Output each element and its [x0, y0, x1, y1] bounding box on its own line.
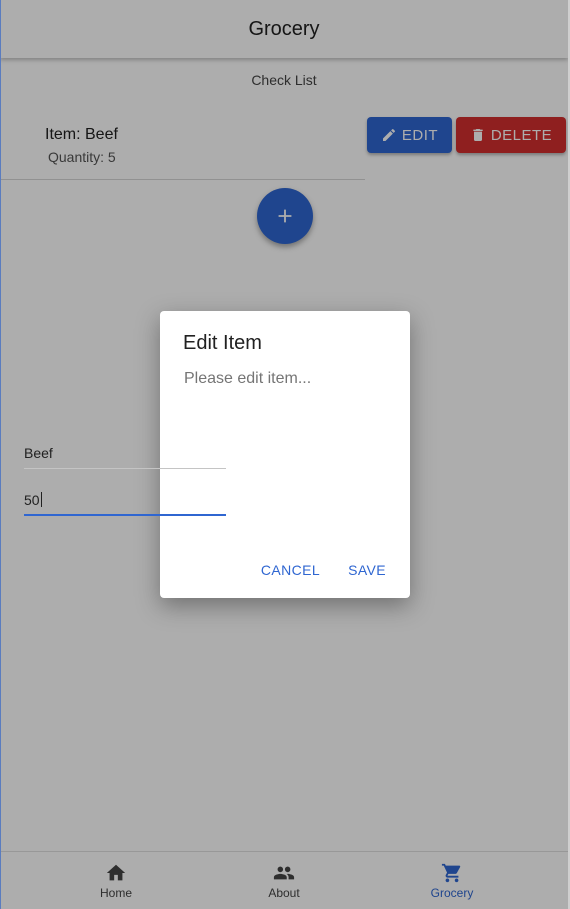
- quantity-field[interactable]: 50: [24, 484, 226, 516]
- save-button[interactable]: SAVE: [348, 562, 386, 578]
- quantity-value: 50: [24, 492, 40, 508]
- text-caret: [40, 492, 42, 507]
- item-name-field[interactable]: Beef: [24, 437, 226, 469]
- dialog-actions: CANCEL SAVE: [261, 562, 386, 578]
- dialog-description: Please edit item...: [184, 370, 312, 387]
- item-name-value: Beef: [24, 445, 53, 461]
- dialog-title: Edit Item: [183, 332, 262, 354]
- cancel-button[interactable]: CANCEL: [261, 562, 320, 578]
- window-border-left: [0, 0, 1, 909]
